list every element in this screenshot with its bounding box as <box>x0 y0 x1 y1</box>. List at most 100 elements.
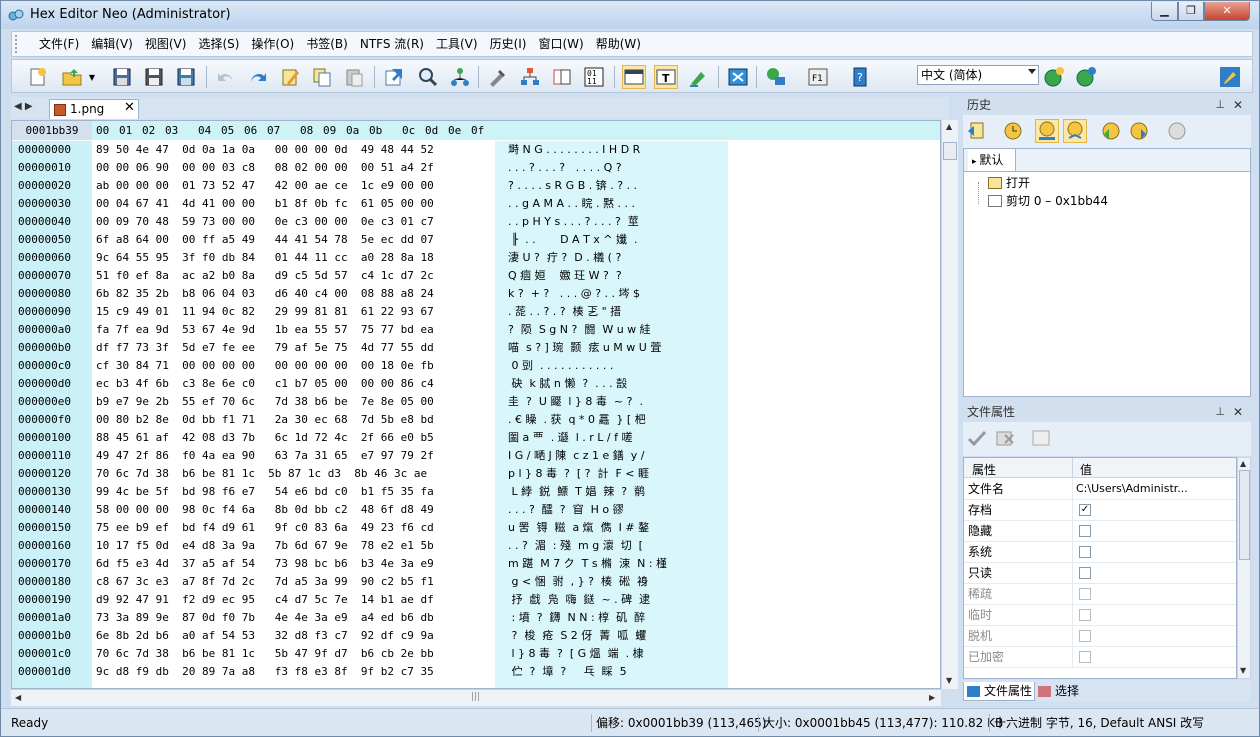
binary-button[interactable]: 01 11 <box>582 65 606 89</box>
row-text[interactable]: Q 痼 姮 嫐 玨 W ? ? <box>508 267 622 285</box>
fill-button[interactable] <box>486 65 510 89</box>
layout-button[interactable] <box>726 65 750 89</box>
hex-row[interactable]: 000001b0 6e 8b 2d b6 a0 af 54 53 32 d8 f3… <box>12 627 940 645</box>
hex-horizontal-scrollbar[interactable]: ◀ ||| ▶ <box>11 689 941 706</box>
row-bytes[interactable]: 00 09 70 48 59 73 00 00 0e c3 00 00 0e c… <box>96 213 434 231</box>
minimize-button[interactable]: ▁ <box>1151 2 1178 21</box>
row-text[interactable]: 圗 a 覀 . 邎 l . r L / f 嗟 <box>508 429 632 447</box>
row-text[interactable]: 砄 k 脦 n 懒 ? . . . 嗀 <box>508 375 627 393</box>
row-bytes[interactable]: 99 4c be 5f bd 98 f6 e7 54 e6 bd c0 b1 f… <box>96 483 434 501</box>
history-item[interactable]: 打开 <box>988 174 1030 192</box>
hex-row[interactable]: 00000180 c8 67 3c e3 a7 8f 7d 2c 7d a5 3a… <box>12 573 940 591</box>
refresh-button[interactable] <box>1029 426 1053 450</box>
new-file-button[interactable] <box>26 65 50 89</box>
row-text[interactable]: p l } 8 毒 ? [ ? 計 F < 睚 <box>508 465 649 483</box>
customize-button[interactable] <box>1218 65 1242 89</box>
row-bytes[interactable]: c8 67 3c e3 a7 8f 7d 2c 7d a5 3a 99 90 c… <box>96 573 434 591</box>
hex-row[interactable]: 00000010 00 00 06 90 00 00 03 c8 08 02 00… <box>12 159 940 177</box>
history-back-button[interactable] <box>965 119 989 143</box>
pin-icon[interactable]: ⊥ <box>1215 402 1225 422</box>
hex-row[interactable]: 00000000 89 50 4e 47 0d 0a 1a 0a 00 00 00… <box>12 141 940 159</box>
hex-row[interactable]: 000000f0 00 80 b2 8e 0d bb f1 71 2a 30 ec… <box>12 411 940 429</box>
hex-vertical-scrollbar[interactable]: ▲ ▼ <box>941 120 958 689</box>
hex-row[interactable]: 00000140 58 00 00 00 98 0c f4 6a 8b 0d bb… <box>12 501 940 519</box>
prop-checkbox[interactable] <box>1079 609 1091 621</box>
network-button[interactable] <box>764 65 788 89</box>
row-text[interactable]: ? 梭 疮 S 2 伢 菁 呱 蠼 <box>508 627 646 645</box>
history-list[interactable]: 打开 剪切 0 – 0x1bb44 <box>963 171 1251 397</box>
hex-row[interactable]: 00000040 00 09 70 48 59 73 00 00 0e c3 00… <box>12 213 940 231</box>
row-text[interactable]: 喵 s ? ] 琬 颢 痃 u M w U 萓 <box>508 339 661 357</box>
hex-row[interactable]: 00000150 75 ee b9 ef bd f4 d9 61 9f c0 83… <box>12 519 940 537</box>
hex-row[interactable]: 00000110 49 47 2f 86 f0 4a ea 90 63 7a 31… <box>12 447 940 465</box>
menu-file[interactable]: 文件(F) <box>33 32 85 56</box>
menu-bookmarks[interactable]: 书签(B) <box>300 32 354 56</box>
menu-ntfs-streams[interactable]: NTFS 流(R) <box>354 32 430 56</box>
cancel-button[interactable] <box>993 426 1017 450</box>
pin-icon[interactable]: ⊥ <box>1215 95 1225 115</box>
history-branch-toggle[interactable] <box>1063 119 1087 143</box>
prop-checkbox[interactable] <box>1079 567 1091 579</box>
row-text[interactable]: 抒 戱 凫 嗨 鎹 ~ . 碑 逮 <box>508 591 650 609</box>
row-bytes[interactable]: df f7 73 3f 5d e7 fe ee 79 af 5e 75 4d 7… <box>96 339 434 357</box>
history-clock-button[interactable] <box>1001 119 1025 143</box>
save-as-button[interactable] <box>142 65 166 89</box>
row-bytes[interactable]: 89 50 4e 47 0d 0a 1a 0a 00 00 00 0d 49 4… <box>96 141 434 159</box>
scroll-up-icon[interactable]: ▲ <box>946 122 952 131</box>
hex-row[interactable]: 00000060 9c 64 55 95 3f f0 db 84 01 44 11… <box>12 249 940 267</box>
row-bytes[interactable]: 88 45 61 af 42 08 d3 7b 6c 1d 72 4c 2f 6… <box>96 429 434 447</box>
row-bytes[interactable]: 51 f0 ef 8a ac a2 b0 8a d9 c5 5d 57 c4 1… <box>96 267 434 285</box>
row-bytes[interactable]: 6f a8 64 00 00 ff a5 49 44 41 54 78 5e e… <box>96 231 434 249</box>
tab-close-icon[interactable]: ✕ <box>124 100 135 115</box>
menu-help[interactable]: 帮助(W) <box>590 32 647 56</box>
row-text[interactable]: ? 陨 S g N ? 闘 W u w 絓 <box>508 321 651 339</box>
hex-row[interactable]: 00000120 70 6c 7d 38 b6 be 81 1c 5b 87 1c… <box>12 465 940 483</box>
hex-row[interactable]: 000000d0 ec b3 4f 6b c3 8e 6e c0 c1 b7 05… <box>12 375 940 393</box>
scroll-down-icon[interactable]: ▼ <box>946 676 952 685</box>
find-button[interactable] <box>416 65 440 89</box>
row-bytes[interactable]: 6b 82 35 2b b8 06 04 03 d6 40 c4 00 08 8… <box>96 285 434 303</box>
row-bytes[interactable]: b9 e7 9e 2b 55 ef 70 6c 7d 38 b6 be 7e 8… <box>96 393 434 411</box>
row-bytes[interactable]: 70 6c 7d 38 b6 be 81 1c 5b 87 1c d3 8b 4… <box>96 465 427 483</box>
row-text[interactable]: 0 剅 . . . . . . . . . . . <box>508 357 613 375</box>
structure-button[interactable] <box>518 65 542 89</box>
scroll-thumb[interactable] <box>1239 470 1250 560</box>
history-tree-toggle[interactable] <box>1035 119 1059 143</box>
hex-row[interactable]: 00000160 10 17 f5 0d e4 d8 3a 9a 7b 6d 67… <box>12 537 940 555</box>
row-bytes[interactable]: ab 00 00 00 01 73 52 47 42 00 ae ce 1c e… <box>96 177 434 195</box>
hex-row[interactable]: 00000020 ab 00 00 00 01 73 52 47 42 00 ae… <box>12 177 940 195</box>
prop-checkbox[interactable] <box>1079 546 1091 558</box>
prop-checkbox[interactable]: ✓ <box>1079 504 1091 516</box>
row-bytes[interactable]: 00 80 b2 8e 0d bb f1 71 2a 30 ec 68 7d 5… <box>96 411 434 429</box>
row-text[interactable]: 圭 ? U 飋 l } 8 毒 ~ ? . <box>508 393 643 411</box>
menu-view[interactable]: 视图(V) <box>139 32 193 56</box>
props-scrollbar[interactable]: ▲ ▼ <box>1237 457 1251 679</box>
hex-row[interactable]: 000000b0 df f7 73 3f 5d e7 fe ee 79 af 5e… <box>12 339 940 357</box>
tab-default[interactable]: ▸ 默认 <box>968 149 1016 171</box>
tab-file-properties[interactable]: 文件属性 <box>963 682 1035 701</box>
menu-tools[interactable]: 工具(V) <box>430 32 484 56</box>
row-text[interactable]: . . . ? . . . ? . . . . Q ? <box>508 159 622 177</box>
row-bytes[interactable]: 00 00 06 90 00 00 03 c8 08 02 00 00 00 5… <box>96 159 434 177</box>
text-view-toggle[interactable]: T <box>654 65 678 89</box>
scroll-thumb[interactable] <box>943 142 957 160</box>
row-bytes[interactable]: 58 00 00 00 98 0c f4 6a 8b 0d bb c2 48 6… <box>96 501 434 519</box>
menu-operations[interactable]: 操作(O) <box>245 32 300 56</box>
close-panel-icon[interactable]: ✕ <box>1233 402 1243 422</box>
hex-row[interactable]: 000001c0 70 6c 7d 38 b6 be 81 1c 5b 47 9f… <box>12 645 940 663</box>
undo-button[interactable] <box>214 65 238 89</box>
row-bytes[interactable]: d9 92 47 91 f2 d9 ec 95 c4 d7 5c 7e 14 b… <box>96 591 434 609</box>
hex-row[interactable]: 000000e0 b9 e7 9e 2b 55 ef 70 6c 7d 38 b6… <box>12 393 940 411</box>
hex-row[interactable]: 00000070 51 f0 ef 8a ac a2 b0 8a d9 c5 5d… <box>12 267 940 285</box>
language-settings-button[interactable] <box>1074 65 1098 89</box>
menu-edit[interactable]: 编辑(V) <box>85 32 139 56</box>
edit-button[interactable] <box>278 65 302 89</box>
row-text[interactable]: . € 矂 . 获 q * 0 靐 } [ 杷 <box>508 411 646 429</box>
row-bytes[interactable]: fa 7f ea 9d 53 67 4e 9d 1b ea 55 57 75 7… <box>96 321 434 339</box>
save-button[interactable] <box>110 65 134 89</box>
row-bytes[interactable]: 9c d8 f9 db 20 89 7a a8 f3 f8 e3 8f 9f b… <box>96 663 434 681</box>
tab-scroll-arrows[interactable]: ◀ ▶ <box>14 101 33 112</box>
hex-row[interactable]: 00000050 6f a8 64 00 00 ff a5 49 44 41 54… <box>12 231 940 249</box>
row-text[interactable]: l } 8 毒 ? [ G 熅 端 . 棣 <box>508 645 643 663</box>
prop-checkbox[interactable] <box>1079 588 1091 600</box>
